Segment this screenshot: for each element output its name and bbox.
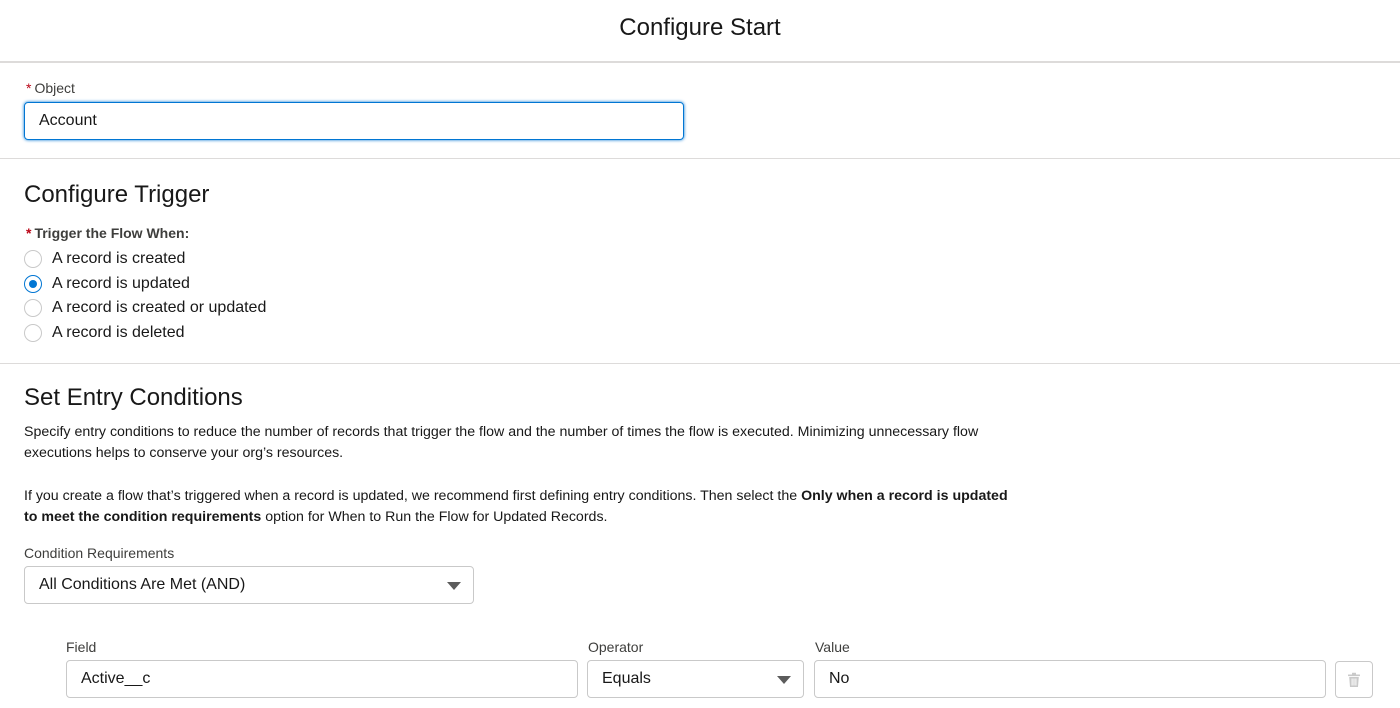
entry-description: Specify entry conditions to reduce the n… xyxy=(24,424,979,461)
condition-field-input[interactable]: Active__c xyxy=(66,660,578,698)
radio-label: A record is created or updated xyxy=(52,299,267,317)
radio-button[interactable] xyxy=(24,250,42,269)
condition-operator-value: Equals xyxy=(602,670,651,687)
recommendation-text-end: option for When to Run the Flow for Upda… xyxy=(261,509,608,525)
modal-header: Configure Start xyxy=(0,0,1400,63)
radio-button[interactable] xyxy=(24,299,42,318)
condition-requirements-label: Condition Requirements xyxy=(24,545,175,561)
required-mark: * xyxy=(26,225,32,241)
trigger-section: Configure Trigger * Trigger the Flow When… xyxy=(0,159,1400,364)
object-label: * Object xyxy=(26,80,75,96)
trigger-label-text: Trigger the Flow When: xyxy=(34,225,190,241)
required-mark: * xyxy=(26,80,32,96)
recommendation-text: If you create a flow that’s triggered wh… xyxy=(24,488,802,504)
condition-requirements-select[interactable]: All Conditions Are Met (AND) xyxy=(24,566,474,604)
caret-down-icon xyxy=(777,676,791,684)
trash-icon xyxy=(1348,672,1360,687)
caret-down-icon xyxy=(447,582,461,590)
field-column-label: Field xyxy=(66,639,97,655)
radio-option-updated[interactable]: A record is updated xyxy=(24,272,266,297)
object-label-text: Object xyxy=(34,80,75,96)
radio-option-created[interactable]: A record is created xyxy=(24,247,266,272)
radio-label: A record is deleted xyxy=(52,324,185,342)
radio-button-selected[interactable] xyxy=(24,274,42,293)
value-column-label: Value xyxy=(815,639,850,655)
operator-column-label: Operator xyxy=(588,639,644,655)
delete-condition-button[interactable] xyxy=(1335,661,1373,698)
condition-value-input[interactable]: No xyxy=(814,660,1326,698)
trigger-section-title: Configure Trigger xyxy=(24,181,210,208)
radio-button[interactable] xyxy=(24,324,42,343)
condition-operator-select[interactable]: Equals xyxy=(587,660,804,698)
radio-option-deleted[interactable]: A record is deleted xyxy=(24,321,266,346)
trigger-radio-group: A record is created A record is updated … xyxy=(24,247,266,345)
radio-label: A record is updated xyxy=(52,274,190,292)
entry-conditions-section: Set Entry Conditions Specify entry condi… xyxy=(0,364,1400,708)
radio-label: A record is created xyxy=(52,250,186,268)
entry-section-title: Set Entry Conditions xyxy=(24,384,243,411)
object-input[interactable]: Account xyxy=(24,102,684,140)
object-section: * Object Account xyxy=(0,63,1400,159)
trigger-label: * Trigger the Flow When: xyxy=(26,225,189,241)
condition-requirements-value: All Conditions Are Met (AND) xyxy=(39,576,246,593)
page-title: Configure Start xyxy=(619,13,781,41)
entry-recommendation: If you create a flow that’s triggered wh… xyxy=(24,486,1024,528)
radio-option-created-or-updated[interactable]: A record is created or updated xyxy=(24,296,266,321)
